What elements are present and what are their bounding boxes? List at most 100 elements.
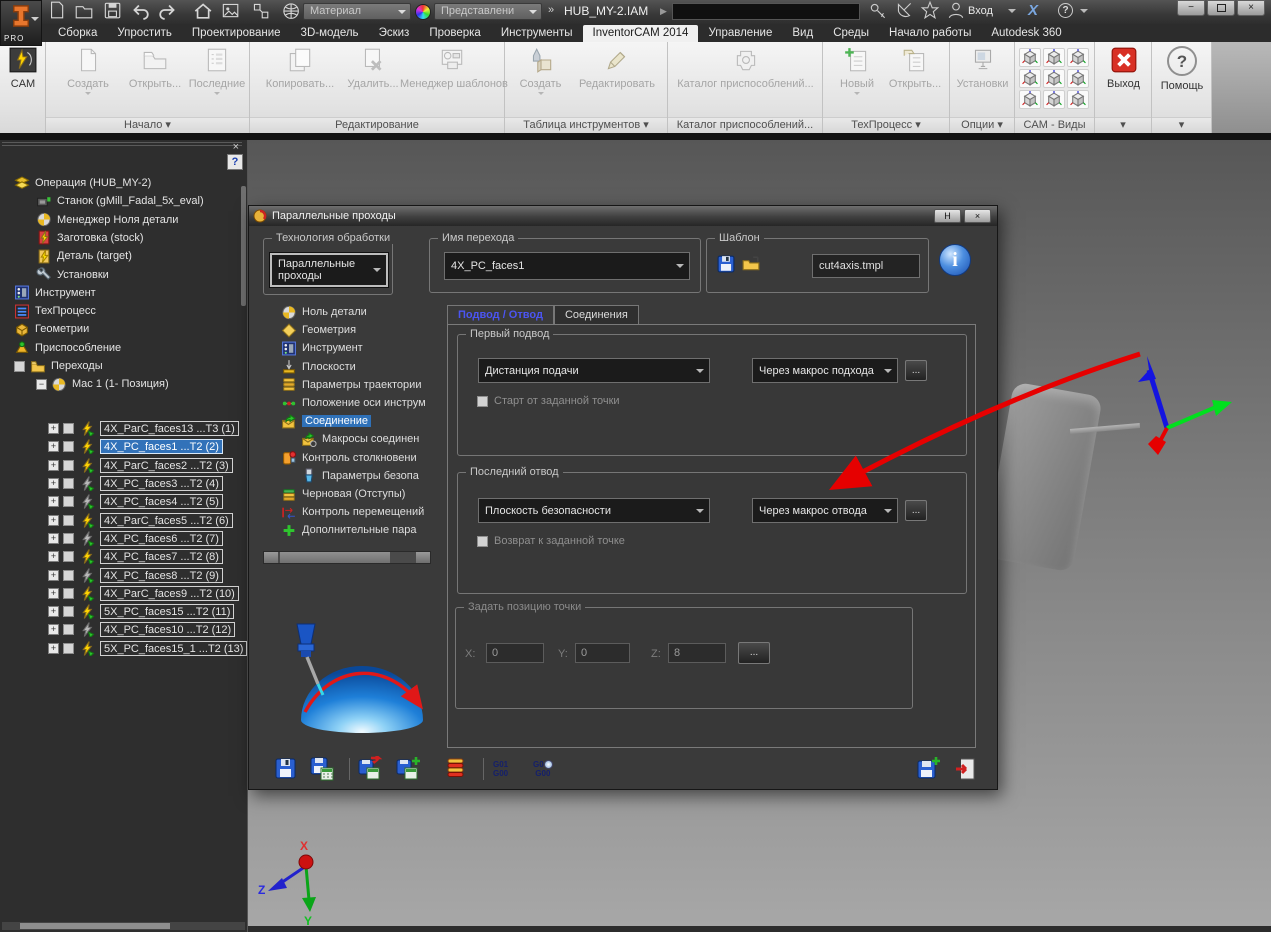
- tooltable-edit-button[interactable]: Редактировать: [571, 46, 663, 90]
- last-retreat-type-select[interactable]: Плоскость безопасности: [478, 498, 710, 523]
- expander-icon[interactable]: +: [48, 588, 59, 599]
- ribbon-tab-упростить[interactable]: Упростить: [107, 25, 182, 42]
- template-open-icon[interactable]: [741, 255, 761, 273]
- operation-item-12[interactable]: +4X_PC_faces10 ...T2 (12): [48, 621, 235, 639]
- operation-checkbox[interactable]: [63, 515, 74, 526]
- technology-select[interactable]: Параллельные проходы: [270, 253, 388, 287]
- expander-icon[interactable]: +: [48, 423, 59, 434]
- tree-item-10[interactable]: Переходы: [14, 357, 103, 375]
- ribbon-tab-вид[interactable]: Вид: [782, 25, 823, 42]
- panel-close-icon[interactable]: ×: [233, 141, 239, 153]
- panel-grip[interactable]: [2, 145, 242, 146]
- operation-item-2[interactable]: +4X_PC_faces1 ...T2 (2): [48, 438, 223, 456]
- dialog-tree-item-axis[interactable]: Положение оси инструм: [281, 394, 426, 412]
- search-input[interactable]: [673, 7, 859, 22]
- cam-view-button-7[interactable]: [1019, 90, 1041, 109]
- ribbon-tab-эскиз[interactable]: Эскиз: [369, 25, 420, 42]
- exit-button[interactable]: Выход: [1100, 46, 1147, 90]
- operation-checkbox[interactable]: [63, 570, 74, 581]
- operation-item-10[interactable]: +4X_ParC_faces9 ...T2 (10): [48, 584, 239, 602]
- tree-item-6[interactable]: Инструмент: [14, 284, 96, 302]
- ribbon-tab-autodesk-360[interactable]: Autodesk 360: [981, 25, 1071, 42]
- operation-checkbox[interactable]: [63, 496, 74, 507]
- panel-vertical-scrollbar[interactable]: [241, 186, 246, 306]
- window-restore-button[interactable]: [1207, 0, 1235, 16]
- group-title-options[interactable]: Опции ▾: [950, 117, 1014, 133]
- open-button[interactable]: [74, 2, 94, 22]
- tree-item-3[interactable]: Заготовка (stock): [36, 229, 144, 247]
- process-open-button[interactable]: Открыть...: [885, 46, 945, 90]
- ribbon-tab-3d-модель[interactable]: 3D-модель: [291, 25, 369, 42]
- dialog-tree-item-link[interactable]: Соединение: [281, 412, 371, 430]
- operation-item-6[interactable]: +4X_ParC_faces5 ...T2 (6): [48, 511, 233, 529]
- color-wheel-icon[interactable]: [413, 2, 433, 22]
- first-approach-macro-select[interactable]: Через макрос подхода: [752, 358, 898, 383]
- dialog-tree-item-geo2[interactable]: Геометрия: [281, 321, 356, 339]
- fixture-catalog-button[interactable]: Каталог приспособлений...: [670, 46, 821, 90]
- cam-view-button-5[interactable]: [1043, 69, 1065, 88]
- tab-approach-retreat[interactable]: Подвод / Отвод: [447, 305, 554, 324]
- dialog-exit-button[interactable]: [953, 756, 979, 782]
- panel-help-button[interactable]: ?: [227, 154, 243, 170]
- tooltable-create-button[interactable]: Создать: [513, 46, 568, 98]
- first-approach-more-button[interactable]: ...: [905, 360, 927, 381]
- panel-horizontal-scrollbar[interactable]: [2, 922, 245, 930]
- operation-checkbox[interactable]: [63, 533, 74, 544]
- expander-icon[interactable]: +: [48, 533, 59, 544]
- operation-item-13[interactable]: +5X_PC_faces15_1 ...T2 (13): [48, 639, 247, 657]
- expander-icon[interactable]: +: [48, 441, 59, 452]
- expander-icon[interactable]: −: [36, 379, 47, 390]
- group-title-process[interactable]: ТехПроцесс ▾: [823, 117, 949, 133]
- help-caret-icon[interactable]: [1080, 9, 1088, 17]
- expander-icon[interactable]: +: [48, 496, 59, 507]
- representation-select[interactable]: Представлени: [434, 3, 542, 20]
- appearance-button[interactable]: [220, 2, 240, 22]
- dialog-tree-item-safety[interactable]: Параметры безопа: [301, 467, 419, 485]
- delete-button[interactable]: Удалить...: [342, 46, 404, 90]
- open-cam-button[interactable]: Открыть...: [124, 46, 186, 90]
- expander-icon[interactable]: +: [48, 551, 59, 562]
- operation-item-9[interactable]: +4X_PC_faces8 ...T2 (9): [48, 566, 223, 584]
- tree-item-11[interactable]: −Mac 1 (1- Позиция): [36, 375, 169, 393]
- sign-in-label[interactable]: Вход: [968, 5, 993, 17]
- cam-view-button-9[interactable]: [1067, 90, 1089, 109]
- last-retreat-more-button[interactable]: ...: [905, 500, 927, 521]
- sign-in-caret-icon[interactable]: [1008, 9, 1016, 17]
- simulate-button[interactable]: [443, 756, 469, 782]
- ribbon-tab-проектирование[interactable]: Проектирование: [182, 25, 291, 42]
- ribbon-tab-начало-работы[interactable]: Начало работы: [879, 25, 981, 42]
- save-operation-button[interactable]: [273, 756, 299, 782]
- tree-item-0[interactable]: Операция (HUB_MY-2): [14, 174, 151, 192]
- dialog-help-button[interactable]: H: [934, 209, 961, 223]
- expander-icon[interactable]: +: [48, 478, 59, 489]
- tree-item-1[interactable]: Станок (gMill_Fadal_5x_eval): [36, 192, 204, 210]
- render-button[interactable]: [280, 2, 300, 22]
- gcode-button[interactable]: G01G00: [493, 760, 508, 778]
- ribbon-tab-управление[interactable]: Управление: [698, 25, 782, 42]
- panel-grip[interactable]: [2, 142, 242, 143]
- window-minimize-button[interactable]: −: [1177, 0, 1205, 16]
- tree-item-5[interactable]: Установки: [36, 266, 109, 284]
- z-field[interactable]: 8: [668, 643, 726, 663]
- operation-checkbox[interactable]: [63, 460, 74, 471]
- exchange-apps-icon[interactable]: X: [1028, 2, 1038, 19]
- application-menu-button[interactable]: PRO: [0, 0, 42, 46]
- key-icon[interactable]: [868, 2, 888, 22]
- tree-item-2[interactable]: Менеджер Ноля детали: [36, 211, 178, 229]
- template-manager-button[interactable]: Менеджер шаблонов: [400, 46, 504, 90]
- material-select[interactable]: Материал: [303, 3, 411, 20]
- scroll-thumb[interactable]: [280, 552, 390, 563]
- first-approach-type-select[interactable]: Дистанция подачи: [478, 358, 710, 383]
- dialog-tree-item-linkm[interactable]: Макросы соединен: [301, 430, 419, 448]
- copy-button[interactable]: Копировать...: [260, 46, 340, 90]
- tree-item-4[interactable]: Деталь (target): [36, 247, 132, 265]
- cam-view-button-6[interactable]: [1067, 69, 1089, 88]
- process-new-button[interactable]: Новый: [833, 46, 881, 98]
- ribbon-tab-сборка[interactable]: Сборка: [48, 25, 107, 42]
- dialog-tree-item-planes[interactable]: Плоскости: [281, 358, 356, 376]
- dialog-tree-item-collision[interactable]: Контроль столкновени: [281, 449, 417, 467]
- tree-item-8[interactable]: Геометрии: [14, 320, 89, 338]
- window-close-button[interactable]: ×: [1237, 0, 1265, 16]
- template-file-field[interactable]: cut4axis.tmpl: [812, 254, 920, 278]
- dialog-tree-item-sphere[interactable]: Ноль детали: [281, 303, 367, 321]
